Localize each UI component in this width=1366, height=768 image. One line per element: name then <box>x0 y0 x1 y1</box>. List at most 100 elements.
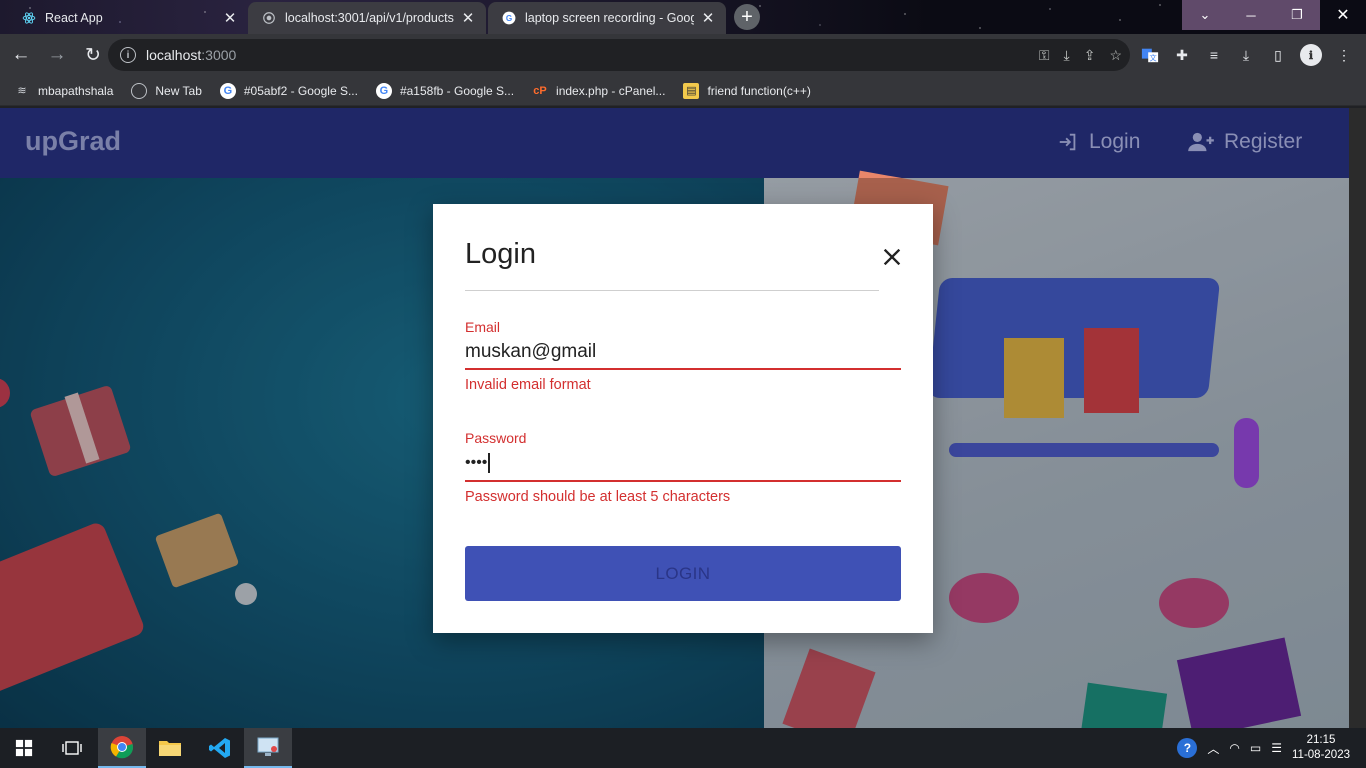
action-center-icon[interactable]: ☰ <box>1271 741 1282 755</box>
start-button[interactable] <box>0 728 48 768</box>
bookmark-icon: ▤ <box>683 82 700 99</box>
password-label: Password <box>465 430 527 446</box>
menu-dots-icon[interactable]: ⋮ <box>1334 45 1354 65</box>
taskbar-file-explorer[interactable] <box>146 728 194 768</box>
bookmark-label: New Tab <box>155 83 202 98</box>
task-view-icon <box>62 741 82 755</box>
globe-icon <box>262 11 276 25</box>
bookmark-item[interactable]: New Tab <box>131 82 202 99</box>
battery-icon[interactable]: ▭ <box>1250 741 1261 755</box>
google-icon: G <box>219 82 236 99</box>
address-bar[interactable]: i localhost:3000 ⚿ ⤓ ⇪ ☆ <box>108 39 1130 71</box>
chrome-icon <box>110 736 134 759</box>
bookmark-label: mbapathshala <box>38 83 114 98</box>
nav-register-label: Register <box>1224 130 1303 153</box>
add-person-icon <box>1188 132 1214 152</box>
screen: React App ✕ localhost:3001/api/v1/produc… <box>0 0 1366 768</box>
share-icon[interactable]: ⇪ <box>1084 47 1096 64</box>
email-underline <box>465 368 901 370</box>
tab-title: laptop screen recording - Google <box>525 11 694 25</box>
key-icon[interactable]: ⚿ <box>1039 47 1050 64</box>
nav-login-link[interactable]: Login <box>1057 130 1140 154</box>
reading-list-icon[interactable]: ≡ <box>1204 45 1224 65</box>
chevron-up-icon[interactable]: ︿ <box>1207 740 1219 757</box>
windows-taskbar: ? ︿ ◠ ▭ ☰ 21:15 11-08-2023 <box>0 728 1366 768</box>
reload-icon[interactable]: ↻ <box>78 40 108 70</box>
bookmark-item[interactable]: ▤ friend function(c++) <box>683 82 811 99</box>
url-text: localhost:3000 <box>146 47 237 63</box>
mbapathshala-icon: ≋ <box>17 85 27 97</box>
tab-react-app[interactable]: React App ✕ <box>8 2 248 34</box>
forward-icon[interactable]: → <box>42 40 72 70</box>
translate-icon[interactable]: 文 <box>1140 45 1160 65</box>
bookmark-label: #a158fb - Google S... <box>399 83 515 98</box>
password-field[interactable]: •••• <box>465 450 901 476</box>
cpanel-icon: cP <box>533 84 547 97</box>
close-window-icon[interactable]: ✕ <box>1320 0 1366 30</box>
screen-recorder-icon <box>257 737 279 756</box>
bookmark-label: #05abf2 - Google S... <box>243 83 358 98</box>
install-icon[interactable]: ⤓ <box>1064 47 1070 64</box>
help-icon[interactable]: ? <box>1177 738 1198 758</box>
email-field[interactable] <box>465 339 901 365</box>
login-icon <box>1059 133 1076 151</box>
password-error-text: Password should be at least 5 characters <box>465 489 731 505</box>
page-scrollbar[interactable] <box>1349 108 1366 728</box>
close-tab-icon[interactable]: ✕ <box>460 10 476 27</box>
tab-products-api[interactable]: localhost:3001/api/v1/products ✕ <box>248 2 486 34</box>
new-tab-button[interactable]: + <box>734 4 760 30</box>
dialog-title: Login <box>465 238 536 270</box>
system-clock[interactable]: 21:15 11-08-2023 <box>1292 733 1350 763</box>
google-icon: G <box>375 82 392 99</box>
bookmark-item[interactable]: cP index.php - cPanel... <box>532 83 665 99</box>
tab-search-icon[interactable]: ⌄ <box>1182 0 1228 30</box>
system-tray: ? ︿ ◠ ▭ ☰ 21:15 11-08-2023 <box>1177 728 1366 768</box>
extensions-icon[interactable]: ✚ <box>1172 45 1192 65</box>
bookmark-item[interactable]: ≋ mbapathshala <box>14 83 113 99</box>
brand-logo[interactable]: upGrad <box>25 126 121 157</box>
login-dialog: Login Email Invalid email format Passwor… <box>433 204 933 633</box>
wifi-icon[interactable]: ◠ <box>1229 741 1239 755</box>
window-controls: ⌄ ─ ❐ ✕ <box>1182 0 1366 30</box>
folder-icon <box>159 741 181 756</box>
svg-text:文: 文 <box>1150 53 1157 62</box>
google-icon: G <box>502 11 516 25</box>
tab-title: React App <box>45 11 103 25</box>
profile-avatar-icon[interactable]: ℹ <box>1300 44 1322 66</box>
taskbar-chrome[interactable] <box>98 728 146 768</box>
password-underline <box>465 480 901 482</box>
clock-time: 21:15 <box>1306 734 1336 746</box>
bookmark-item[interactable]: G #a158fb - Google S... <box>375 82 515 99</box>
email-label: Email <box>465 319 501 335</box>
bookmark-label: friend function(c++) <box>707 83 811 98</box>
globe-icon <box>131 82 148 99</box>
site-info-icon[interactable]: i <box>120 47 136 63</box>
close-icon[interactable] <box>877 242 907 272</box>
react-icon <box>22 11 36 25</box>
email-error-text: Invalid email format <box>465 377 591 393</box>
vscode-icon <box>209 738 230 758</box>
close-tab-icon[interactable]: ✕ <box>222 10 238 27</box>
text-caret <box>488 452 490 473</box>
download-icon[interactable]: ⤓ <box>1236 45 1256 65</box>
clock-date: 11-08-2023 <box>1292 749 1350 761</box>
bookmark-item[interactable]: G #05abf2 - Google S... <box>219 82 358 99</box>
nav-login-label: Login <box>1089 130 1141 153</box>
close-tab-icon[interactable]: ✕ <box>700 10 716 27</box>
browser-toolbar: ← → ↻ i localhost:3000 ⚿ ⤓ ⇪ ☆ 文 ✚ ≡ ⤓ ▯… <box>0 34 1366 76</box>
star-icon[interactable]: ☆ <box>1109 47 1122 64</box>
task-view-button[interactable] <box>48 728 96 768</box>
minimize-icon[interactable]: ─ <box>1228 0 1274 30</box>
web-page: upGrad Login Register Login Email muskan… <box>0 108 1349 728</box>
login-button[interactable]: LOGIN <box>465 546 901 601</box>
back-icon[interactable]: ← <box>6 40 36 70</box>
windows-icon <box>15 739 33 757</box>
side-panel-icon[interactable]: ▯ <box>1268 45 1288 65</box>
restore-icon[interactable]: ❐ <box>1274 0 1320 30</box>
bookmarks-bar: ≋ mbapathshala New Tab G #05abf2 - Googl… <box>0 76 1366 106</box>
taskbar-vscode[interactable] <box>196 728 244 768</box>
tab-google-search[interactable]: G laptop screen recording - Google ✕ <box>488 2 726 34</box>
nav-register-link[interactable]: Register <box>1188 130 1302 154</box>
taskbar-screen-recorder[interactable] <box>244 728 292 768</box>
bookmark-label: index.php - cPanel... <box>556 83 666 98</box>
